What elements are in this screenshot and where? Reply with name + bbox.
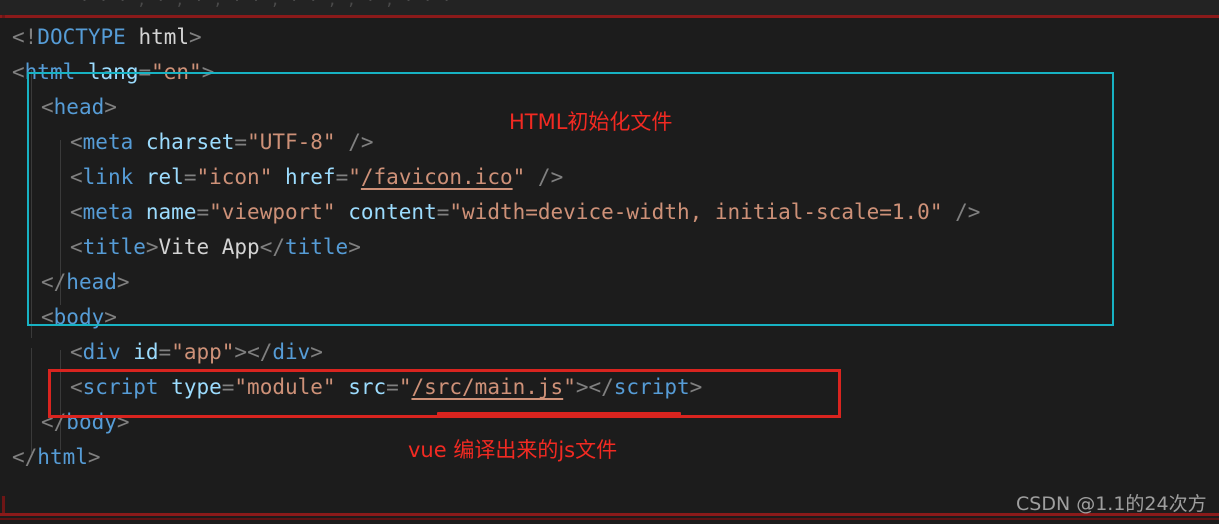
code-line[interactable]: <!DOCTYPE html>: [12, 20, 202, 55]
code-token: ></: [234, 340, 273, 364]
code-token: div: [272, 340, 311, 364]
code-line[interactable]: </html>: [12, 440, 101, 475]
code-line[interactable]: <div id="app"></div>: [70, 335, 323, 370]
code-token: >: [87, 445, 101, 469]
code-token: <!: [12, 25, 38, 49]
csdn-watermark: CSDN @1.1的24次方: [1016, 493, 1207, 515]
annotation-label-head: HTML初始化文件: [509, 110, 673, 134]
code-token: </: [12, 445, 38, 469]
code-token: html: [37, 445, 88, 469]
code-token: DOCTYPE: [37, 25, 126, 49]
code-token: html: [125, 25, 190, 49]
annotation-box-script: [48, 369, 841, 418]
annotation-label-script: vue 编译出来的js文件: [408, 438, 618, 462]
code-token: =: [158, 340, 172, 364]
annotation-underline-script: [437, 412, 681, 417]
crop-frame-bottom-secondary: [0, 518, 1219, 520]
indent-guide-2: [31, 348, 32, 453]
code-token: >: [189, 25, 202, 49]
code-token: <: [12, 60, 25, 84]
code-token: "app": [171, 340, 235, 364]
clipped-editor-row: · · · , · , · , · · , · · , , · , · · ·: [0, 0, 1219, 15]
code-token: <: [70, 340, 83, 364]
code-token: >: [310, 340, 323, 364]
code-token: id: [133, 340, 159, 364]
screenshot-root: · · · , · , · , · · , · · , , · , · · · …: [0, 0, 1219, 524]
clipped-editor-text: · · · , · , · , · · , · · , , · , · · ·: [80, 0, 452, 9]
code-token: div: [82, 340, 121, 364]
